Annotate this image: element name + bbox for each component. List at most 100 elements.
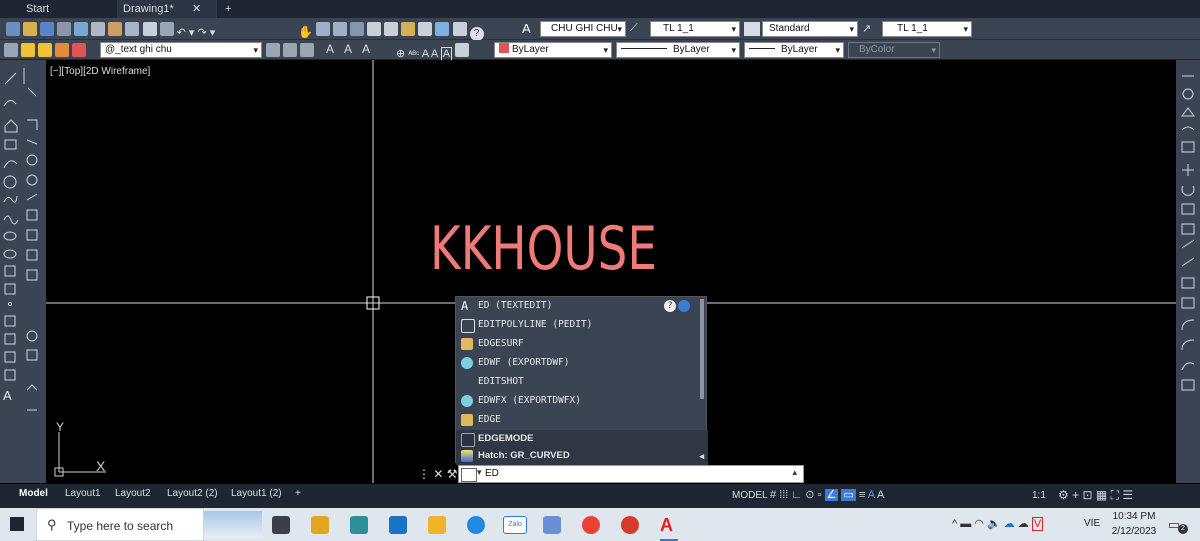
model-space-button[interactable]: MODEL <box>732 490 768 502</box>
help-icon[interactable]: ? <box>664 300 676 312</box>
modify-toolbar-icons[interactable] <box>1176 60 1200 483</box>
text-frame-icon[interactable]: A <box>440 47 453 61</box>
redo-icon[interactable]: ↷ ▾ <box>197 27 215 39</box>
make-current-icon[interactable] <box>266 43 280 57</box>
tab-start[interactable]: Start <box>20 0 55 18</box>
help-icon[interactable]: ? <box>469 27 484 41</box>
sheet-set-icon[interactable] <box>418 22 433 36</box>
chevron-down-icon[interactable]: ▾ <box>477 467 482 478</box>
layer-tools[interactable] <box>4 43 94 57</box>
field-icon[interactable] <box>455 43 470 57</box>
clock-date[interactable]: 2/12/2023 <box>1108 526 1160 539</box>
autocad-icon[interactable]: A <box>660 516 678 534</box>
tab-layout1[interactable]: Layout1 <box>60 484 106 508</box>
spell-check-icon[interactable]: ᴬᴮᶜ <box>408 49 419 59</box>
linetype-select[interactable]: ByLayer ▾ <box>616 42 740 58</box>
tab-drawing1[interactable]: Drawing1* ✕ <box>117 0 217 18</box>
chrome-profile-icon[interactable] <box>621 516 639 534</box>
lineweight-select[interactable]: ByLayer ▾ <box>744 42 844 58</box>
undo-icon[interactable]: ↶ ▾ <box>177 27 195 39</box>
ac-item-textedit[interactable]: A ED (TEXTEDIT) ? <box>456 297 708 315</box>
new-tab-button[interactable]: + <box>219 0 237 18</box>
ac-item-edgemode[interactable]: EDGEMODE <box>456 430 708 448</box>
save-icon[interactable] <box>40 22 55 36</box>
unikey-icon[interactable]: V <box>1031 517 1044 531</box>
zoom-realtime-icon[interactable] <box>316 22 331 36</box>
match-layer-icon[interactable] <box>283 43 298 57</box>
add-layout-button[interactable]: + <box>290 484 306 508</box>
properties-icon[interactable] <box>367 22 382 36</box>
chrome-icon[interactable] <box>582 516 600 534</box>
copy-icon[interactable] <box>142 22 157 36</box>
tool-palettes-icon[interactable] <box>401 22 416 36</box>
lock-icon[interactable] <box>55 43 70 57</box>
isolate-icon[interactable]: ⊡ <box>1082 488 1092 502</box>
drafting-toggles[interactable]: # ⁞⁞⁞ ∟ ⊙ ▫ ∠ ▭ ≡ A A <box>770 488 1010 504</box>
annotation-scale-icon[interactable]: A <box>877 489 884 501</box>
cloud-icon[interactable]: ☁ <box>1018 518 1029 530</box>
wifi-icon[interactable]: ◠ <box>974 518 984 530</box>
print-icon[interactable] <box>57 22 72 36</box>
quick-access-toolbar[interactable]: ↶ ▾ ↷ ▾ <box>6 22 241 39</box>
ortho-icon[interactable]: ∟ <box>791 489 802 501</box>
layer-select[interactable]: @_text ghi chu ▾ <box>100 42 262 58</box>
zalo-icon[interactable]: Zalo <box>503 516 527 534</box>
layer-previous-icon[interactable] <box>300 43 315 57</box>
layer-properties-icon[interactable] <box>4 43 18 57</box>
customize-icon[interactable]: ⚒ <box>447 467 458 481</box>
markup-icon[interactable] <box>435 22 450 36</box>
task-view-icon[interactable] <box>272 516 290 534</box>
ac-item-editpolyline[interactable]: EDITPOLYLINE (PEDIT) <box>456 316 708 334</box>
taskbar-search-box[interactable]: ⚲ Type here to search <box>36 508 204 541</box>
find-text-icon[interactable]: ⊕ <box>396 48 405 60</box>
view-tools[interactable]: ✋ ? <box>298 22 523 41</box>
snap-icon[interactable]: ⁞⁞⁞ <box>779 489 788 501</box>
tab-layout1-2[interactable]: Layout1 (2) <box>226 484 287 508</box>
zoom-window-icon[interactable] <box>333 22 348 36</box>
clock-time[interactable]: 10:34 PM <box>1112 511 1156 524</box>
onedrive-icon[interactable]: ☁ <box>1004 518 1015 530</box>
tab-layout2-2[interactable]: Layout2 (2) <box>162 484 223 508</box>
command-autocomplete-list[interactable]: A ED (TEXTEDIT) ? EDITPOLYLINE (PEDIT) E… <box>455 296 708 465</box>
drawing-text-kkhouse[interactable]: KKHOUSE <box>430 214 664 284</box>
chevron-left-icon[interactable]: ◂ <box>699 447 704 465</box>
open-file-icon[interactable] <box>23 22 38 36</box>
text-scale-icon[interactable]: A <box>422 48 429 60</box>
draw-modify-toolbar[interactable]: A <box>0 60 46 483</box>
design-center-icon[interactable] <box>384 22 399 36</box>
text-justify-icon[interactable]: A <box>431 48 438 60</box>
command-input-box[interactable]: ▾ ED ▴ <box>458 465 804 483</box>
command-line-tools[interactable]: ⋮ ✕ ⚒ <box>418 466 458 482</box>
customize-status-icon[interactable]: ☰ <box>1122 488 1133 502</box>
chevron-up-icon[interactable]: ^ <box>952 518 957 530</box>
annotation-visibility-icon[interactable]: A <box>868 489 875 501</box>
language-indicator[interactable]: VIE <box>1084 518 1106 532</box>
ac-item-edge[interactable]: EDGE <box>456 411 708 429</box>
block-icon[interactable] <box>159 22 174 36</box>
sun-icon[interactable] <box>38 43 53 57</box>
close-tab-icon[interactable]: ✕ <box>192 0 201 18</box>
tab-layout2[interactable]: Layout2 <box>110 484 156 508</box>
command-input-value[interactable]: ED <box>485 468 499 479</box>
recent-commands-icon[interactable]: ▴ <box>792 467 797 478</box>
search-highlight-image[interactable] <box>204 511 262 538</box>
photos-icon[interactable] <box>543 516 561 534</box>
pan-icon[interactable]: ✋ <box>298 25 313 39</box>
text-tools[interactable]: ⊕ ᴬᴮᶜ A A A <box>396 43 492 61</box>
text-style-select[interactable]: CHU GHI CHU ▾ <box>540 21 626 37</box>
viewport-controls[interactable]: [−][Top][2D Wireframe] <box>50 66 150 77</box>
light-bulb-icon[interactable] <box>21 43 36 57</box>
mail-icon[interactable] <box>389 516 407 534</box>
grid-icon[interactable]: # <box>770 489 776 501</box>
volume-icon[interactable]: 🔈 <box>987 518 1001 530</box>
publish-icon[interactable] <box>74 22 89 36</box>
web-search-icon[interactable] <box>678 300 690 312</box>
windows-start-icon[interactable] <box>10 517 24 531</box>
color-select[interactable]: ByLayer ▾ <box>494 42 612 58</box>
annotation-scale-value[interactable]: 1:1 <box>1032 490 1054 502</box>
ac-item-edwf[interactable]: EDWF (EXPORTDWF) <box>456 354 708 372</box>
table-style-select[interactable]: Standard ▾ <box>762 21 858 37</box>
ac-item-editshot[interactable]: EDITSHOT <box>456 373 708 391</box>
battery-icon[interactable]: ▬ <box>960 518 971 530</box>
hardware-accel-icon[interactable]: ▦ <box>1096 488 1107 502</box>
